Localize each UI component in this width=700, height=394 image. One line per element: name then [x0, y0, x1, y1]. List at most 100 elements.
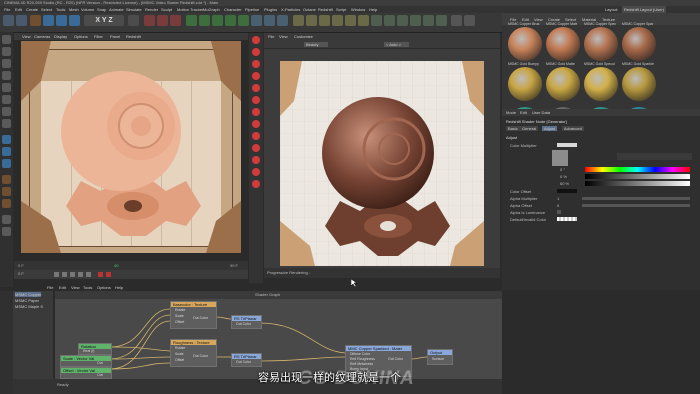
uvw-mode-icon[interactable] — [2, 119, 11, 128]
rv-menu-file[interactable]: File — [268, 34, 274, 39]
sg-menu-tools[interactable]: Tools — [83, 285, 92, 290]
tab-advanced[interactable]: Advanced — [562, 126, 584, 131]
lock-icon[interactable] — [2, 159, 11, 168]
workplane-icon[interactable] — [2, 71, 11, 80]
menu-motion-tracker[interactable]: Motion Tracker — [177, 6, 203, 13]
menu-tools[interactable]: Tools — [56, 6, 65, 13]
hue-slider[interactable] — [585, 167, 690, 172]
v-value[interactable]: 60 % — [560, 181, 569, 186]
aov-dropdown[interactable]: < Auto > — [384, 42, 409, 47]
node-port[interactable]: Out — [97, 361, 103, 365]
menu-volume[interactable]: Volume — [81, 6, 94, 13]
default-color-swatch[interactable] — [557, 217, 577, 221]
array-icon[interactable] — [225, 15, 236, 26]
sg-menu-help[interactable]: Help — [115, 285, 123, 290]
node-output-port[interactable]: Out Color — [193, 316, 208, 320]
node-output[interactable]: Output Surface — [427, 349, 453, 365]
node-port[interactable]: Real (f) — [83, 349, 94, 353]
world-coordinates-icon[interactable] — [128, 15, 139, 26]
tab-adjust[interactable]: Adjust — [542, 126, 558, 131]
menu-animate[interactable]: Animate — [109, 6, 124, 13]
floor-icon[interactable] — [251, 15, 262, 26]
alpha-multiplier-value[interactable]: 1 — [557, 196, 559, 201]
menu-edit[interactable]: Edit — [15, 6, 22, 13]
node-rs-triplanar[interactable]: RS TriPlanar Out Color — [231, 353, 262, 367]
menu-select[interactable]: Select — [41, 6, 52, 13]
rs-aov-icon[interactable] — [252, 132, 260, 140]
node-offset-vector[interactable]: Offset : Vector Val Out — [60, 367, 112, 379]
rs-material-icon[interactable] — [252, 120, 260, 128]
menu-octane[interactable]: Octane — [303, 6, 316, 13]
alpha-offset-slider[interactable] — [582, 204, 690, 207]
redshift-dome-icon[interactable] — [319, 15, 330, 26]
rendered-image[interactable] — [280, 61, 484, 266]
material-list-item[interactable]: MSMC Paper — [15, 298, 39, 303]
menu-pipeline[interactable]: Pipeline — [245, 6, 259, 13]
viewport-scene[interactable] — [21, 41, 241, 253]
sg-menu-view[interactable]: View — [71, 285, 80, 290]
viewport-menu-display[interactable]: Display — [54, 33, 67, 40]
node-port[interactable]: Refl Metalness — [350, 362, 373, 366]
viewport-menu-redshift[interactable]: Redshift — [126, 33, 141, 40]
xp-emitter-icon[interactable] — [371, 15, 382, 26]
rs-environment-icon[interactable] — [252, 168, 260, 176]
xp-question-icon[interactable] — [436, 15, 447, 26]
menu-sculpt[interactable]: Sculpt — [161, 6, 172, 13]
rs-volume-icon[interactable] — [252, 156, 260, 164]
xp-modifier-icon[interactable] — [397, 15, 408, 26]
redshift-sun-icon[interactable] — [332, 15, 343, 26]
sculpt-icon[interactable] — [2, 187, 11, 196]
material-swatch[interactable] — [622, 27, 656, 61]
pen-icon[interactable] — [199, 15, 210, 26]
alpha-multiplier-slider[interactable] — [582, 197, 690, 200]
first-frame-icon[interactable] — [54, 272, 59, 277]
select-icon[interactable] — [30, 15, 41, 26]
rs-light-icon[interactable] — [252, 96, 260, 104]
redshift-camera-icon[interactable] — [293, 15, 304, 26]
menu-redshift[interactable]: Redshift — [318, 6, 333, 13]
sg-menu-file-top[interactable]: File — [47, 285, 53, 290]
color-multiplier-swatch[interactable] — [557, 143, 577, 147]
axis-icon[interactable] — [2, 227, 11, 236]
tab-general[interactable]: General — [520, 126, 539, 131]
menu-simulate[interactable]: Simulate — [126, 6, 142, 13]
color-offset-swatch[interactable] — [557, 189, 577, 193]
node-output-port[interactable]: Out Color — [193, 354, 208, 358]
cube-icon[interactable] — [186, 15, 197, 26]
deformer-icon[interactable] — [238, 15, 249, 26]
h-value[interactable]: 0 ° — [560, 167, 565, 172]
rs-camera-icon[interactable] — [252, 84, 260, 92]
beauty-dropdown[interactable]: Beauty — [304, 42, 329, 47]
material-swatch[interactable] — [546, 67, 580, 101]
next-frame-icon[interactable] — [78, 272, 83, 277]
viewport-menu-cameras[interactable]: Cameras — [34, 33, 50, 40]
node-output-port[interactable]: Out Color — [236, 360, 251, 364]
material-swatch[interactable] — [622, 67, 656, 101]
menu-file[interactable]: File — [4, 6, 10, 13]
viewport-menu-view[interactable]: View — [22, 33, 31, 40]
menu-plugins[interactable]: Plugins — [264, 6, 277, 13]
menu-x-particles[interactable]: X-Particles — [281, 6, 300, 13]
material-swatch[interactable] — [508, 67, 542, 101]
grid-icon[interactable] — [2, 215, 11, 224]
points-mode-icon[interactable] — [2, 83, 11, 92]
snap-icon[interactable] — [2, 147, 11, 156]
material-swatch[interactable] — [508, 27, 542, 61]
alpha-offset-value[interactable]: 0 — [557, 203, 559, 208]
menu-mograph[interactable]: MoGraph — [203, 6, 220, 13]
rs-snapshot-icon[interactable] — [252, 72, 260, 80]
rs-stop-icon[interactable] — [252, 60, 260, 68]
attr-menu-mode[interactable]: Mode — [506, 110, 516, 115]
menu-create[interactable]: Create — [26, 6, 38, 13]
move-icon[interactable] — [43, 15, 54, 26]
node-output-port[interactable]: Out Color — [236, 322, 251, 326]
make-editable-icon[interactable] — [2, 35, 11, 44]
play-icon[interactable] — [70, 272, 75, 277]
menu-window[interactable]: Window — [351, 6, 365, 13]
shader-graph-canvas[interactable]: Basecolor : Texture Rotate Scale Offset … — [55, 299, 502, 379]
edges-mode-icon[interactable] — [2, 95, 11, 104]
texture-mode-icon[interactable] — [2, 59, 11, 68]
xp-system-icon[interactable] — [384, 15, 395, 26]
node-scale-vector[interactable]: Scale : Vector Val Out — [60, 355, 112, 367]
redo-icon[interactable] — [16, 15, 27, 26]
